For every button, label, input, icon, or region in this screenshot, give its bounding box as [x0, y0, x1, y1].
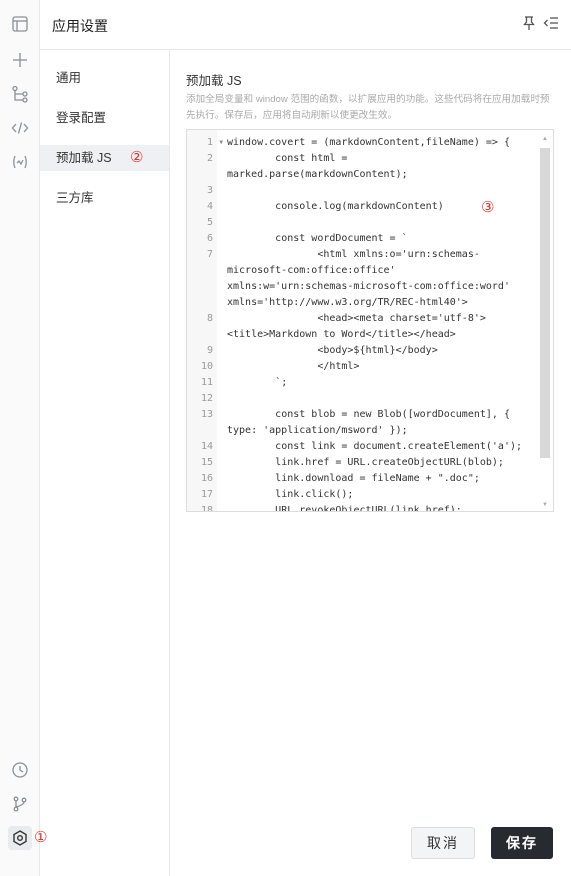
annotation-marker-2: ② — [130, 148, 144, 166]
code-line: 11 `; — [187, 375, 537, 391]
tree-icon[interactable] — [8, 82, 32, 106]
settings-icon[interactable] — [8, 826, 32, 850]
line-number: 11 — [200, 377, 213, 388]
line-number: 12 — [200, 393, 213, 404]
line-number: 9 — [206, 345, 213, 356]
collapse-panel-icon[interactable] — [543, 15, 559, 36]
code-text: <body>${html}</body> — [227, 345, 438, 356]
function-icon[interactable] — [8, 150, 32, 174]
activity-bar — [0, 0, 40, 876]
history-icon[interactable] — [8, 758, 32, 782]
scroll-down-arrow-icon[interactable]: ▼ — [542, 502, 548, 508]
pin-icon[interactable] — [521, 15, 537, 36]
code-text: window.covert = (markdownContent,fileNam… — [227, 137, 510, 148]
code-text: link.href = URL.createObjectURL(blob); — [227, 457, 504, 468]
code-lines: 1 ▼ window.covert = (markdownContent,fileN… — [187, 135, 537, 512]
code-line: 6 const wordDocument = ` — [187, 231, 537, 247]
line-number: 14 — [200, 441, 213, 452]
code-line: 5 — [187, 215, 537, 231]
nav-item-login-config[interactable]: 登录配置 — [40, 105, 169, 131]
line-number: 3 — [206, 185, 213, 196]
editor-scrollbar[interactable]: ▲ ▼ — [539, 136, 551, 508]
code-editor[interactable]: 1 ▼ window.covert = (markdownContent,fileN… — [186, 129, 554, 512]
nav-item-third-party-libs[interactable]: 三方库 — [40, 185, 169, 211]
line-number: 7 — [206, 249, 213, 260]
code-icon[interactable] — [8, 116, 32, 140]
code-line: 1 ▼ window.covert = (markdownContent,fileN… — [187, 135, 537, 151]
settings-nav: 通用 登录配置 预加载 JS 三方库 — [40, 50, 170, 876]
line-number: 4 — [206, 201, 213, 212]
code-line: 13 const blob = new Blob([wordDocument],… — [187, 407, 537, 439]
code-text: const wordDocument = ` — [227, 233, 408, 244]
nav-item-general[interactable]: 通用 — [40, 65, 169, 91]
line-number: 16 — [200, 473, 213, 484]
line-number: 18 — [200, 505, 213, 512]
code-text: `; — [227, 377, 288, 388]
scroll-thumb[interactable] — [540, 148, 550, 458]
line-number: 8 — [206, 313, 213, 324]
code-line: 15 link.href = URL.createObjectURL(blob)… — [187, 455, 537, 471]
add-icon[interactable] — [8, 48, 32, 72]
scroll-up-arrow-icon[interactable]: ▲ — [542, 136, 548, 142]
code-text: <html xmlns:o='urn:schemas- microsoft-co… — [227, 249, 510, 308]
branch-icon[interactable] — [8, 792, 32, 816]
line-number: 17 — [200, 489, 213, 500]
code-line: 8 <head><meta charset='utf-8'> <title>Ma… — [187, 311, 537, 343]
code-text: link.download = fileName + ".doc"; — [227, 473, 480, 484]
code-line: 18 URL.revokeObjectURL(link.href); — [187, 503, 537, 512]
code-text: const html = marked.parse(markdownConten… — [227, 153, 408, 180]
page-title: 应用设置 — [52, 18, 108, 34]
line-number: 2 — [206, 153, 213, 164]
save-button[interactable]: 保存 — [491, 827, 553, 859]
line-number: 1 ▼ — [187, 135, 223, 151]
code-text: URL.revokeObjectURL(link.href); — [227, 505, 462, 512]
section-description: 添加全局变量和 window 范围的函数，以扩展应用的功能。这些代码将在应用加载… — [186, 94, 550, 121]
code-line: 12 — [187, 391, 537, 407]
settings-header: 应用设置 — [40, 0, 571, 50]
code-line: 9 <body>${html}</body> — [187, 343, 537, 359]
line-number: 6 — [206, 233, 213, 244]
code-line: 2 const html = marked.parse(markdownCont… — [187, 151, 537, 183]
window-icon[interactable] — [8, 12, 32, 36]
code-line: 17 link.click(); — [187, 487, 537, 503]
line-number: 5 — [206, 217, 213, 228]
code-text: <head><meta charset='utf-8'> <title>Mark… — [227, 313, 486, 340]
code-line: 7 <html xmlns:o='urn:schemas- microsoft-… — [187, 247, 537, 311]
line-number: 13 — [200, 409, 213, 420]
line-number: 10 — [200, 361, 213, 372]
code-line: 14 const link = document.createElement('… — [187, 439, 537, 455]
code-text: const link = document.createElement('a')… — [227, 441, 523, 452]
nav-item-preload-js[interactable]: 预加载 JS — [40, 145, 169, 171]
code-line: 3 — [187, 183, 537, 199]
code-text: </html> — [227, 361, 360, 372]
section-title: 预加载 JS — [186, 74, 242, 88]
code-line: 16 link.download = fileName + ".doc"; — [187, 471, 537, 487]
code-line: 10 </html> — [187, 359, 537, 375]
code-text: const blob = new Blob([wordDocument], { … — [227, 409, 510, 436]
code-text: link.click(); — [227, 489, 354, 500]
annotation-marker-3: ③ — [481, 198, 495, 216]
cancel-button[interactable]: 取消 — [411, 827, 475, 859]
line-number: 15 — [200, 457, 213, 468]
fold-arrow-icon[interactable]: ▼ — [219, 135, 223, 151]
content-panel: 预加载 JS 添加全局变量和 window 范围的函数，以扩展应用的功能。这些代… — [171, 50, 571, 876]
